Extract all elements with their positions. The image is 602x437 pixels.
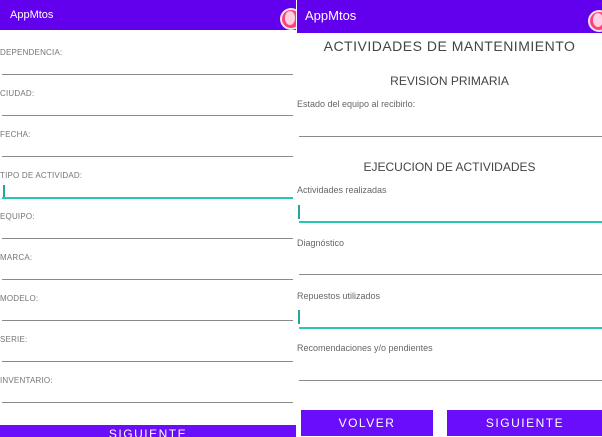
siguiente-button[interactable]: SIGUIENTE <box>0 425 296 437</box>
app-title: AppMtos <box>10 9 54 21</box>
dependencia-label: DEPENDENCIA: <box>0 48 63 57</box>
tipo-actividad-underline <box>2 197 293 199</box>
modelo-label: MODELO: <box>0 294 39 303</box>
ciudad-label: CIUDAD: <box>0 89 35 98</box>
diagnostico-label: Diagnóstico <box>297 238 345 248</box>
serie-underline <box>2 361 293 362</box>
section-revision-primaria: REVISION PRIMARIA <box>390 74 509 88</box>
floating-badge-icon[interactable] <box>590 12 602 30</box>
fecha-label: FECHA: <box>0 130 31 139</box>
inventario-underline <box>2 402 293 403</box>
section-ejecucion: EJECUCION DE ACTIVIDADES <box>363 160 536 174</box>
actividades-label: Actividades realizadas <box>297 185 387 195</box>
text-cursor <box>298 310 300 324</box>
floating-badge-icon[interactable] <box>282 10 296 28</box>
estado-underline <box>299 136 602 137</box>
app-bar: AppMtos <box>0 0 296 30</box>
estado-label: Estado del equipo al recibirlo: <box>297 99 416 109</box>
text-cursor <box>3 185 5 197</box>
repuestos-label: Repuestos utilizados <box>297 291 381 301</box>
volver-button[interactable]: VOLVER <box>301 410 433 436</box>
serie-label: SERIE: <box>0 335 28 344</box>
ciudad-underline <box>2 115 293 116</box>
siguiente-button[interactable]: SIGUIENTE <box>447 410 602 436</box>
recomendaciones-label: Recomendaciones y/o pendientes <box>297 343 433 353</box>
recomendaciones-underline <box>299 380 602 381</box>
repuestos-underline <box>299 327 602 329</box>
diagnostico-underline <box>299 274 602 275</box>
marca-label: MARCA: <box>0 253 33 262</box>
marca-underline <box>2 279 293 280</box>
app-title: AppMtos <box>305 8 357 23</box>
dependencia-underline <box>2 74 293 75</box>
inventario-label: INVENTARIO: <box>0 376 53 385</box>
right-screen: AppMtos ACTIVIDADES DE MANTENIMIENTO REV… <box>297 0 602 437</box>
modelo-underline <box>2 320 293 321</box>
actividades-underline <box>299 221 602 223</box>
app-bar: AppMtos <box>297 0 602 33</box>
left-screen: AppMtos DEPENDENCIA: CIUDAD: FECHA: TIPO… <box>0 0 296 437</box>
equipo-underline <box>2 238 293 239</box>
equipo-label: EQUIPO: <box>0 212 35 221</box>
page-title: ACTIVIDADES DE MANTENIMIENTO <box>323 38 576 54</box>
fecha-underline <box>2 156 293 157</box>
tipo-actividad-label: TIPO DE ACTIVIDAD: <box>0 171 83 180</box>
text-cursor <box>298 205 300 219</box>
